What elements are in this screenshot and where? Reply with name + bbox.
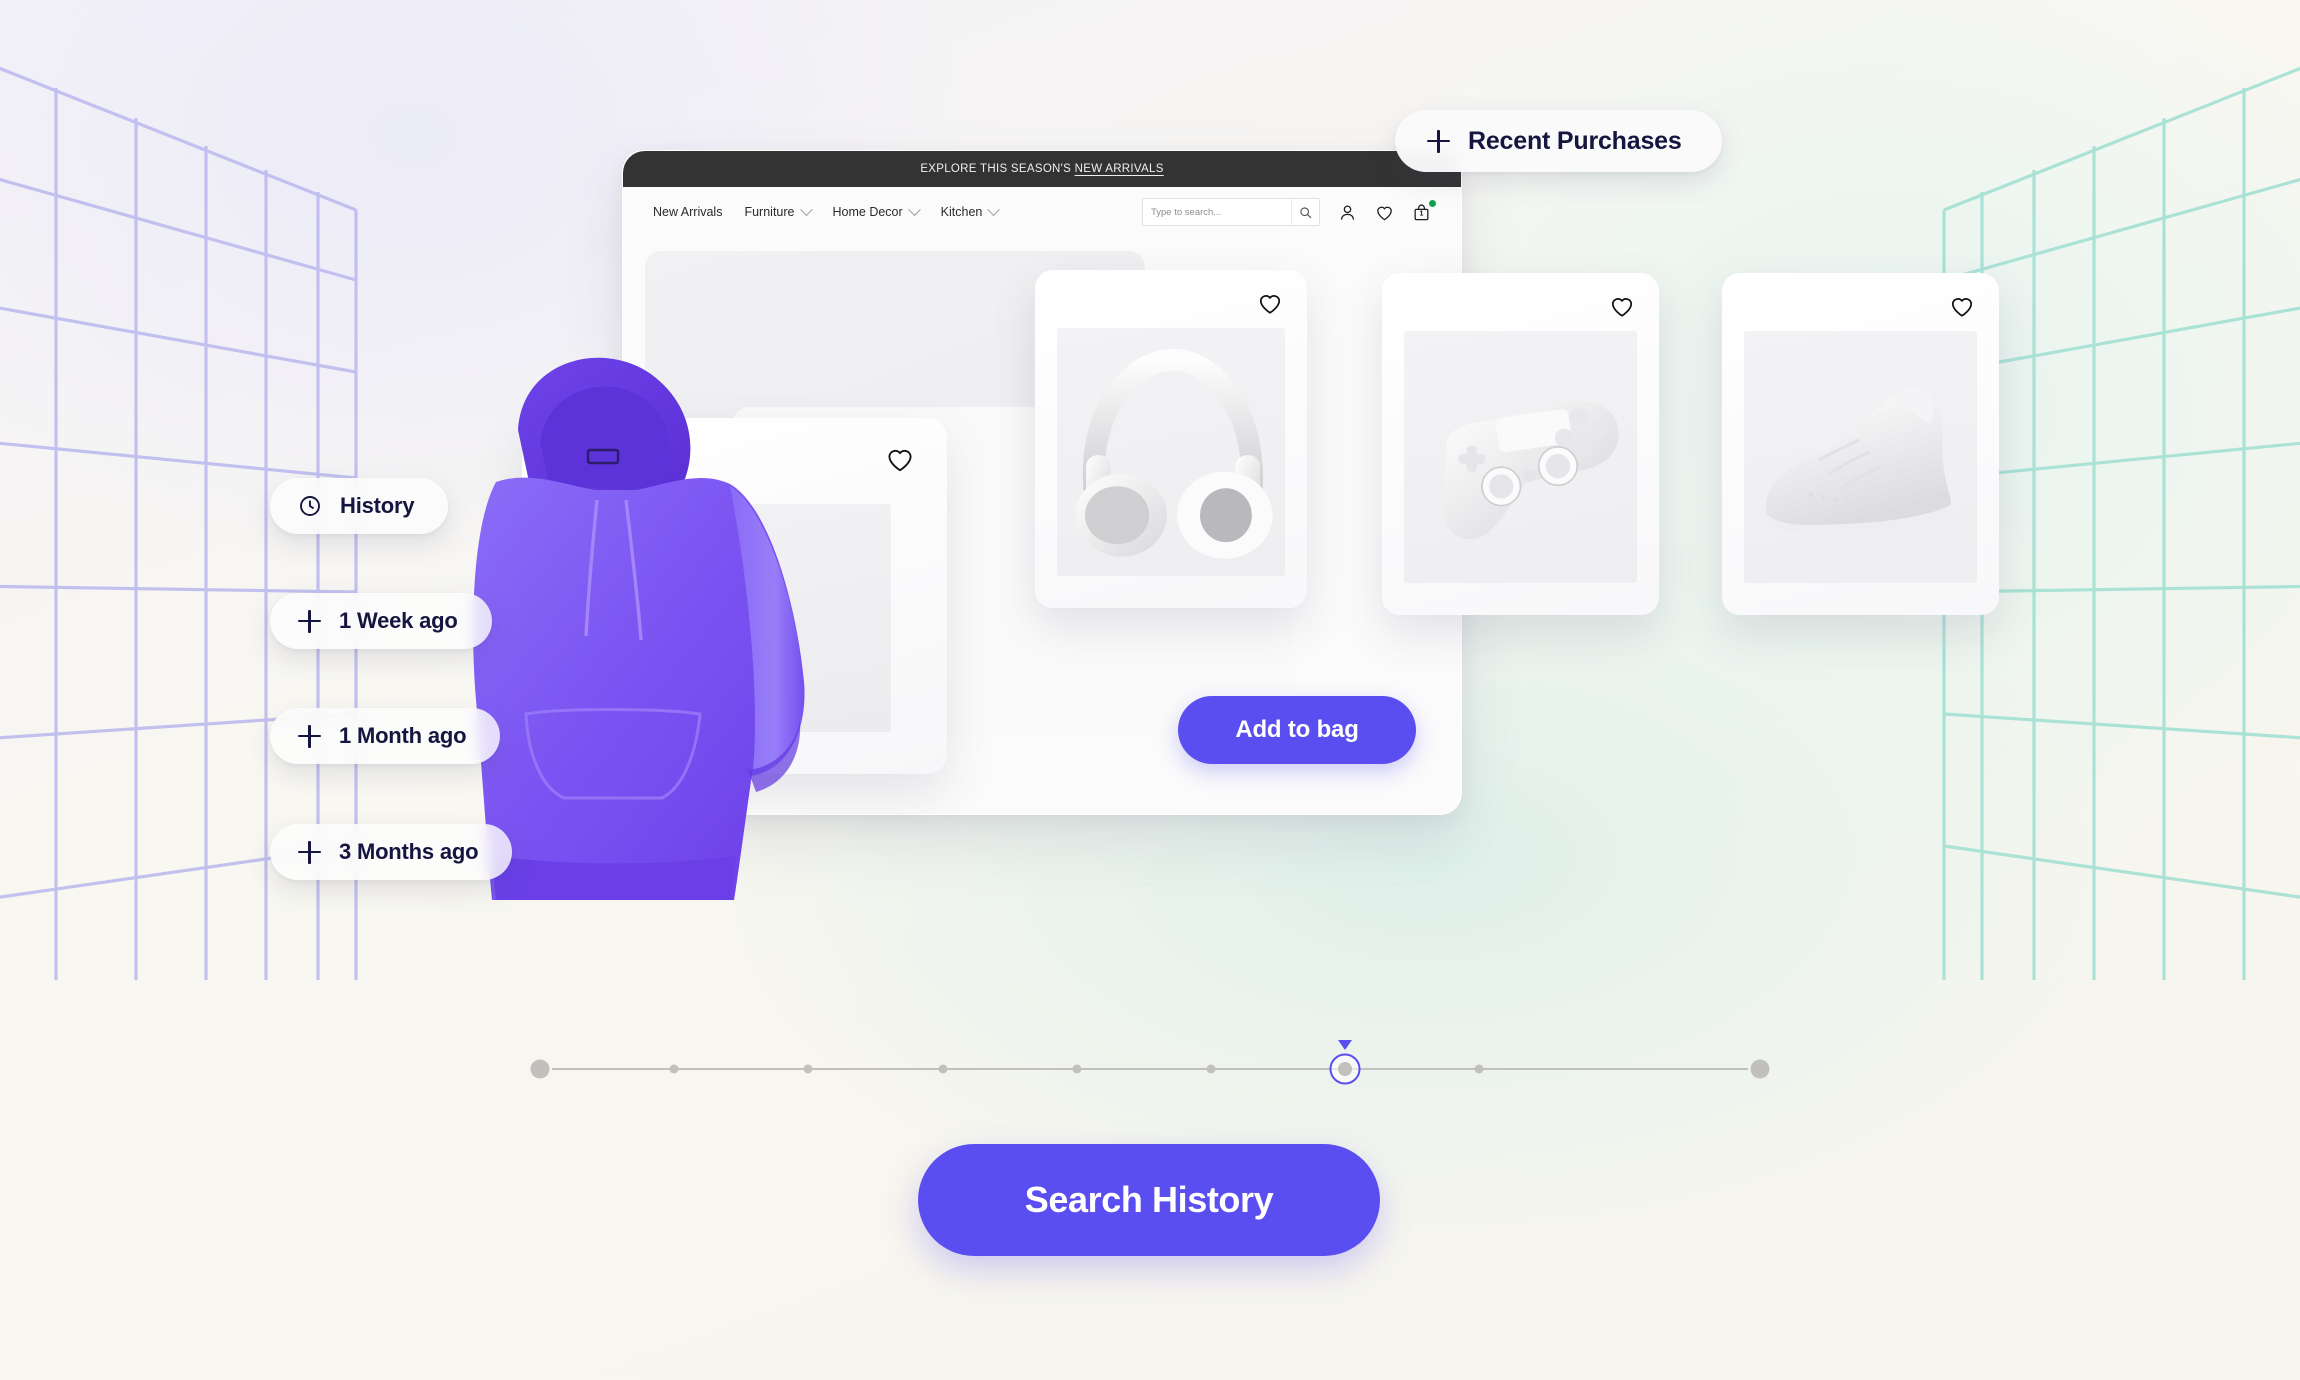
timeline-node[interactable]: [1474, 1064, 1484, 1074]
nav-item-home-decor[interactable]: Home Decor: [832, 202, 921, 219]
chip-label: Recent Purchases: [1468, 126, 1682, 155]
product-card-headphones[interactable]: [1035, 270, 1307, 608]
chip-label: History: [340, 493, 415, 518]
timeline-node[interactable]: [530, 1059, 550, 1079]
heart-icon: [888, 449, 912, 472]
controller-illustration: [1441, 401, 1619, 540]
search-history-button[interactable]: Search History: [918, 1144, 1380, 1256]
favorite-button[interactable]: [1949, 293, 1975, 324]
timeline-node[interactable]: [1072, 1064, 1082, 1074]
nav-item-label: Home Decor: [832, 205, 903, 219]
app-background: EXPLORE THIS SEASON'S NEW ARRIVALS New A…: [0, 0, 2300, 1380]
plus-icon: [298, 609, 321, 633]
nav-item-furniture[interactable]: Furniture: [744, 202, 813, 219]
add-to-bag-button[interactable]: Add to bag: [1178, 696, 1416, 764]
chevron-down-icon: [799, 202, 813, 216]
timeline-selected-arrow-icon: [1338, 1040, 1353, 1050]
nav-item-label: Kitchen: [940, 205, 983, 219]
shopping-bag-button[interactable]: 1: [1412, 199, 1436, 222]
promo-banner-link[interactable]: NEW ARRIVALS: [1075, 163, 1164, 175]
chip-recent-purchases[interactable]: Recent Purchases: [1395, 110, 1722, 172]
chip-label: 1 Month ago: [339, 723, 467, 748]
history-timeline-slider[interactable]: [530, 1040, 1770, 1100]
product-thumbnail: [1744, 331, 1977, 583]
plus-icon: [298, 724, 321, 748]
heart-icon: [1611, 298, 1633, 317]
promo-banner-text: EXPLORE THIS SEASON'S NEW ARRIVALS: [920, 163, 1164, 175]
chip-history-header[interactable]: History: [270, 478, 449, 534]
site-navbar: New Arrivals Furniture Home Decor Kitche…: [623, 187, 1461, 237]
wishlist-button[interactable]: [1375, 203, 1394, 222]
search-button[interactable]: [1291, 199, 1319, 225]
timeline-track: [552, 1068, 1748, 1070]
nav-item-new-arrivals[interactable]: New Arrivals: [653, 205, 722, 219]
favorite-button[interactable]: [1257, 290, 1283, 321]
nav-links: New Arrivals Furniture Home Decor Kitche…: [653, 202, 1001, 219]
nav-item-label: New Arrivals: [653, 205, 723, 219]
bag-count-badge: 1: [1419, 210, 1424, 218]
chevron-down-icon: [907, 202, 921, 216]
wishlist-heart-icon: [1377, 206, 1392, 220]
product-thumbnail: [1404, 331, 1637, 583]
favorite-button[interactable]: [1609, 293, 1635, 324]
status-dot: [1429, 199, 1436, 207]
plus-icon: [298, 840, 321, 864]
plus-icon: [1427, 129, 1450, 153]
promo-banner: EXPLORE THIS SEASON'S NEW ARRIVALS: [623, 151, 1461, 187]
chevron-down-icon: [987, 202, 1001, 216]
heart-icon: [1951, 298, 1973, 317]
product-thumbnail: [1057, 328, 1285, 576]
timeline-node[interactable]: [1206, 1064, 1216, 1074]
chip-history-3-months[interactable]: 3 Months ago: [270, 824, 513, 880]
favorite-button[interactable]: [885, 444, 915, 479]
chip-history-1-week[interactable]: 1 Week ago: [270, 593, 492, 649]
timeline-node[interactable]: [803, 1064, 813, 1074]
clock-icon: [300, 496, 320, 516]
headphones-illustration: [1075, 348, 1273, 559]
timeline-node[interactable]: [1338, 1062, 1353, 1076]
chip-label: 3 Months ago: [339, 839, 479, 864]
nav-item-kitchen[interactable]: Kitchen: [940, 202, 1001, 219]
nav-item-label: Furniture: [744, 205, 795, 219]
timeline-node[interactable]: [938, 1064, 948, 1074]
product-card-game-controller[interactable]: [1382, 273, 1659, 615]
heart-icon: [1259, 295, 1281, 314]
search-input[interactable]: [1143, 199, 1291, 225]
timeline-node[interactable]: [1750, 1059, 1770, 1079]
nav-actions: 1: [1142, 198, 1436, 226]
sneaker-illustration: [1765, 388, 1952, 533]
account-icon: [1340, 205, 1355, 220]
search-icon: [1300, 206, 1312, 218]
product-card-sneaker[interactable]: [1722, 273, 1999, 615]
chip-label: 1 Week ago: [339, 608, 458, 633]
timeline-node[interactable]: [669, 1064, 679, 1074]
chip-history-1-month[interactable]: 1 Month ago: [270, 708, 501, 764]
site-search: [1142, 198, 1320, 226]
account-button[interactable]: [1338, 203, 1357, 222]
